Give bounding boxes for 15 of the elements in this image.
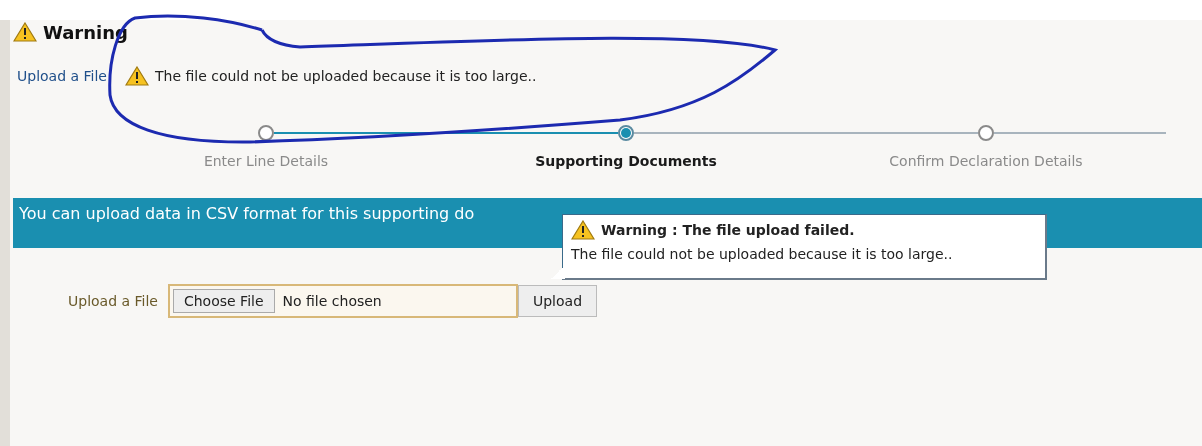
tooltip-title: Warning : The file upload failed. [601, 222, 855, 238]
file-input[interactable]: Choose File No file chosen [167, 284, 518, 318]
tooltip-message: The file could not be uploaded because it is too large.. [571, 246, 954, 262]
warning-icon [571, 220, 595, 240]
choose-file-button[interactable]: Choose File [172, 289, 275, 313]
step-label: Enter Line Details [203, 153, 329, 169]
upload-button[interactable]: Upload [517, 285, 598, 317]
file-status: No file chosen [282, 293, 382, 309]
warning-icon [13, 22, 37, 42]
warning-icon [124, 66, 149, 86]
error-message: The file could not be uploaded because it is too large.. [154, 68, 537, 84]
upload-link[interactable]: Upload a File [17, 68, 107, 84]
step-label: Confirm Declaration Details [889, 153, 1083, 169]
step-label: Supporting Documents [535, 153, 717, 169]
field-label: Upload a File [68, 293, 158, 309]
